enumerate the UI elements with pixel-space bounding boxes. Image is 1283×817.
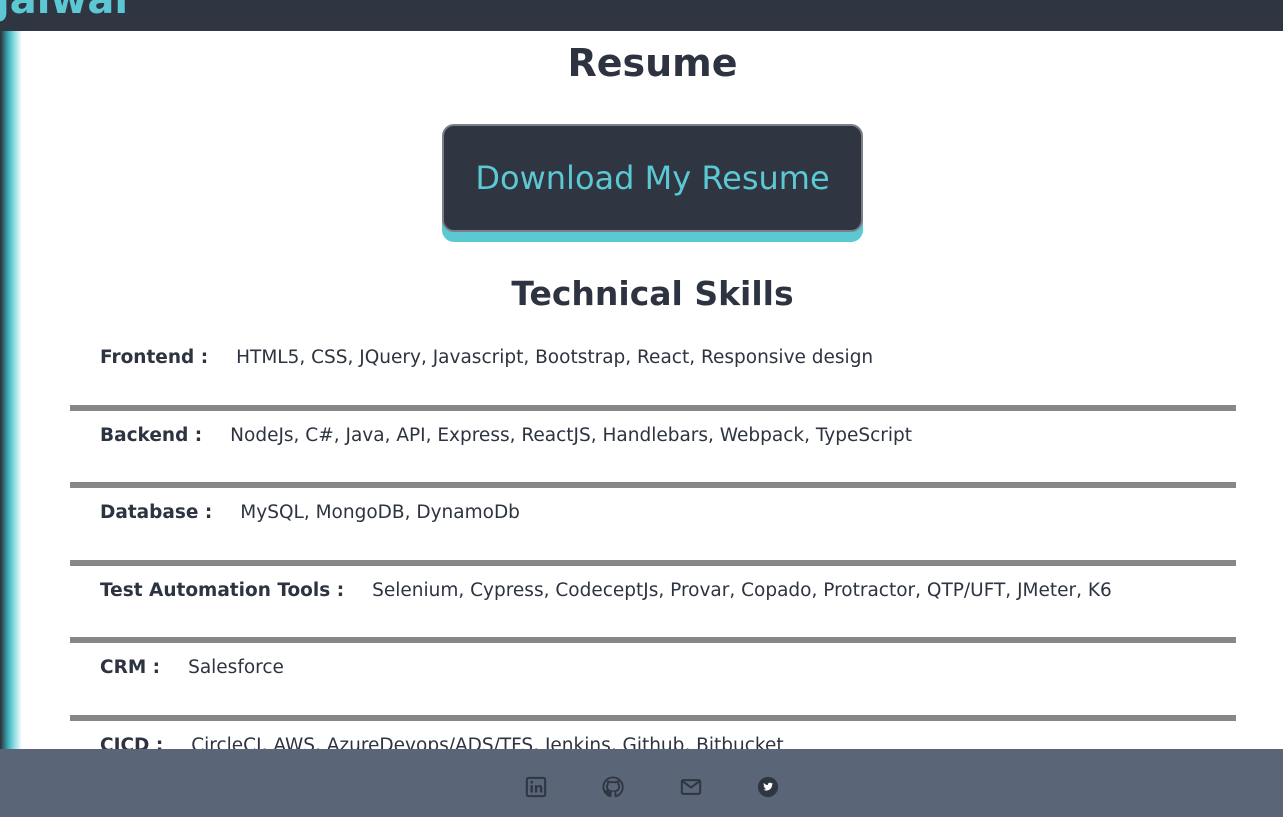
- technical-skills-title: Technical Skills: [511, 274, 794, 313]
- left-edge-decoration: [0, 31, 22, 749]
- footer: [0, 749, 1283, 817]
- skills-list: Frontend : HTML5, CSS, JQuery, Javascript…: [70, 333, 1236, 749]
- skill-value: Selenium, Cypress, CodeceptJs, Provar, C…: [372, 579, 1112, 601]
- skill-row-crm: CRM : Salesforce: [70, 643, 1236, 721]
- skill-value: Salesforce: [188, 657, 284, 678]
- skill-row-backend: Backend : NodeJs, C#, Java, API, Express,…: [70, 411, 1236, 488]
- skill-label: CICD :: [100, 734, 164, 749]
- twitter-icon[interactable]: [757, 776, 779, 798]
- skill-label: Backend :: [100, 424, 203, 446]
- skill-label: Frontend :: [100, 347, 209, 368]
- github-icon[interactable]: [602, 776, 624, 798]
- skill-label: Test Automation Tools :: [100, 579, 345, 601]
- skill-row-test-automation: Test Automation Tools : Selenium, Cypress…: [70, 566, 1236, 643]
- resume-title: Resume: [567, 41, 738, 85]
- skill-row-cicd: CICD : CircleCI, AWS, AzureDevops/ADS/TFS…: [70, 721, 1236, 749]
- skill-label: Database :: [100, 502, 213, 523]
- brand-name[interactable]: jalwal: [0, 0, 128, 24]
- top-header: jalwal: [0, 0, 1283, 31]
- skill-row-frontend: Frontend : HTML5, CSS, JQuery, Javascript…: [70, 333, 1236, 411]
- linkedin-icon[interactable]: [525, 776, 547, 798]
- skill-value: CircleCI, AWS, AzureDevops/ADS/TFS, Jenk…: [191, 734, 784, 749]
- skill-row-database: Database : MySQL, MongoDB, DynamoDb: [70, 488, 1236, 566]
- download-resume-button[interactable]: Download My Resume: [442, 124, 863, 232]
- mail-icon[interactable]: [680, 776, 702, 798]
- main-content: Resume Download My Resume Technical Skil…: [22, 31, 1283, 749]
- skill-value: HTML5, CSS, JQuery, Javascript, Bootstra…: [236, 347, 874, 368]
- skill-value: MySQL, MongoDB, DynamoDb: [240, 502, 520, 523]
- skill-value: NodeJs, C#, Java, API, Express, ReactJS,…: [230, 424, 913, 446]
- skill-label: CRM :: [100, 657, 161, 678]
